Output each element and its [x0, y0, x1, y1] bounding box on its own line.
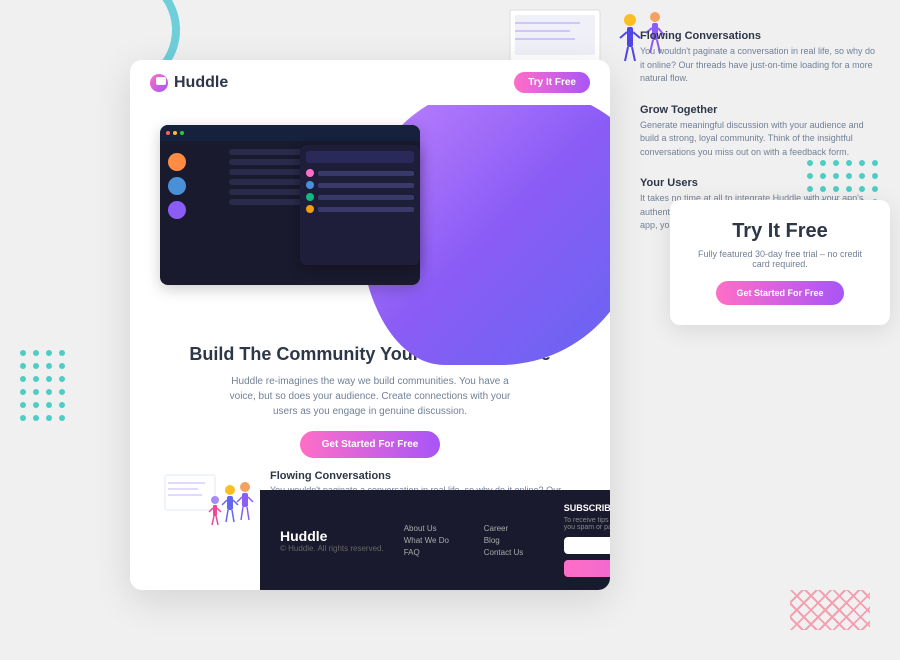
footer-link-contact[interactable]: Contact Us [484, 548, 544, 557]
chat-item-1 [306, 169, 414, 177]
chat-avatar-1 [306, 169, 314, 177]
footer-panel: Huddle © Huddle. All rights reserved. Ab… [260, 490, 610, 590]
chat-item-3 [306, 193, 414, 201]
rf-text-2: Generate meaningful discussion with your… [640, 119, 880, 160]
card-header: Huddle Try It Free [130, 60, 610, 105]
chat-line-4 [318, 207, 414, 212]
right-feature-1: Flowing Conversations You wouldn't pagin… [640, 30, 880, 86]
zigzag-decoration [790, 590, 870, 630]
dots-decoration-left: const dotsLeft = document.querySelector(… [20, 350, 67, 423]
chat-avatar-4 [306, 205, 314, 213]
color-circle-orange [168, 153, 186, 171]
color-circle-purple [168, 201, 186, 219]
browser-sidebar [168, 149, 223, 277]
chat-avatar-3 [306, 193, 314, 201]
chat-line-1 [318, 171, 414, 176]
footer-copyright: © Huddle. All rights reserved. [280, 544, 384, 553]
subscribe-button[interactable]: Subscribe [564, 560, 610, 577]
color-circle-blue [168, 177, 186, 195]
footer-link-blog[interactable]: Blog [484, 536, 544, 545]
logo-icon [150, 74, 168, 92]
chat-line-3 [318, 195, 414, 200]
main-card: Huddle Try It Free [130, 60, 610, 590]
subscribe-email-input[interactable] [564, 537, 610, 554]
footer-brand: Huddle © Huddle. All rights reserved. [280, 528, 384, 553]
header-try-button[interactable]: Try It Free [514, 72, 590, 93]
rf-title-2: Grow Together [640, 104, 880, 116]
chat-avatar-2 [306, 181, 314, 189]
chat-item-2 [306, 181, 414, 189]
logo-area: Huddle [150, 74, 228, 92]
hero-section [130, 105, 610, 325]
main-cta-button[interactable]: Get Started For Free [300, 431, 441, 458]
browser-dot-yellow [173, 131, 177, 135]
brand-name: Huddle [174, 74, 228, 92]
try-free-panel: Try It Free Fully featured 30-day free t… [670, 200, 890, 325]
chat-item-4 [306, 205, 414, 213]
rf-text-1: You wouldn't paginate a conversation in … [640, 45, 880, 86]
footer-links-1: About Us What We Do FAQ [404, 524, 464, 557]
footer-subscribe: SUBSCRIBE To receive tips on how to grow… [564, 503, 610, 577]
try-free-title: Try It Free [690, 220, 870, 243]
feature-title-1: Flowing Conversations [270, 470, 580, 482]
rf-title-3: Your Users [640, 177, 880, 189]
footer-links-2: Career Blog Contact Us [484, 524, 544, 557]
try-free-button[interactable]: Get Started For Free [716, 281, 843, 305]
right-feature-2: Grow Together Generate meaningful discus… [640, 104, 880, 160]
footer-link-what[interactable]: What We Do [404, 536, 464, 545]
try-free-subtitle: Fully featured 30-day free trial – no cr… [690, 249, 870, 269]
chat-panel [300, 145, 420, 265]
browser-dot-green [180, 131, 184, 135]
footer-logo: Huddle [280, 528, 384, 544]
hero-illustration [150, 115, 470, 315]
browser-bar [160, 125, 420, 141]
footer-link-about[interactable]: About Us [404, 524, 464, 533]
main-subtext: Huddle re-imagines the way we build comm… [220, 374, 520, 419]
browser-dot-red [166, 131, 170, 135]
chat-line-2 [318, 183, 414, 188]
rf-title-1: Flowing Conversations [640, 30, 880, 42]
footer-link-career[interactable]: Career [484, 524, 544, 533]
subscribe-title: SUBSCRIBE [564, 503, 610, 513]
features-illustration [160, 470, 260, 540]
subscribe-text: To receive tips on how to grow your comm… [564, 517, 610, 531]
chat-header-bar [306, 151, 414, 163]
footer-link-faq[interactable]: FAQ [404, 548, 464, 557]
